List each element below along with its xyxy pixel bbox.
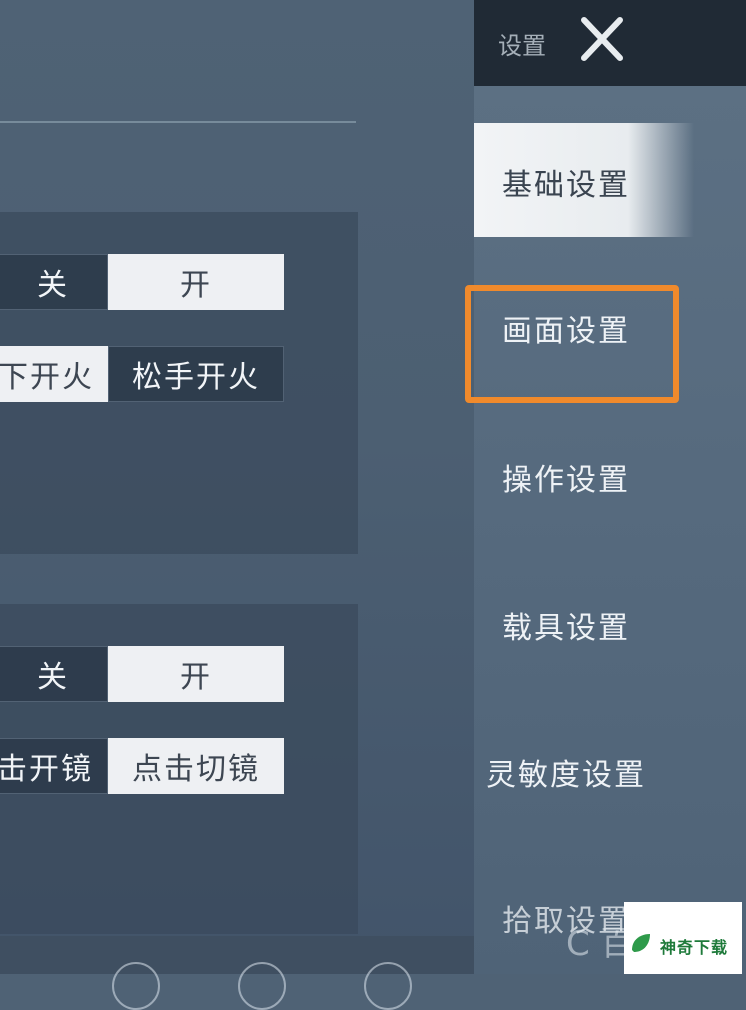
sidebar-header: 设置: [474, 0, 746, 86]
toggle-on-option[interactable]: 开: [108, 254, 284, 310]
circle-button-2[interactable]: [238, 962, 286, 1010]
fire-mode-option-2[interactable]: 松手开火: [108, 346, 284, 402]
toggle-off-option[interactable]: 关: [0, 254, 108, 310]
scope-mode-option-2[interactable]: 点击切镜: [108, 738, 284, 794]
toggle-on-label-2: 开: [180, 660, 212, 695]
nav-item-sensitivity-settings[interactable]: 灵敏度设置: [486, 750, 646, 794]
nav-item-vehicle-settings[interactable]: 载具设置: [502, 603, 630, 647]
toggle-on-option-2[interactable]: 开: [108, 646, 284, 702]
toggle-on-label: 开: [180, 268, 212, 303]
nav-item-basic-settings[interactable]: 基础设置: [502, 160, 630, 204]
scope-mode-label-2: 点击切镜: [132, 752, 260, 787]
scope-mode-label-1: 击开镜: [0, 752, 93, 787]
settings-title: 设置: [498, 32, 546, 60]
settings-content: 关 开 下开火 松手开火 关 开 击开镜 点击切镜: [0, 0, 474, 1010]
nav-item-control-settings[interactable]: 操作设置: [502, 455, 630, 499]
watermark-text: 神奇下载: [660, 938, 729, 957]
fire-mode-option-1[interactable]: 下开火: [0, 346, 108, 402]
settings-sidebar: 设置 基础设置 画面设置 操作设置 载具设置 灵敏度设置 拾取设置: [474, 0, 746, 974]
scope-mode-option-1[interactable]: 击开镜: [0, 738, 108, 794]
toggle-off-option-2[interactable]: 关: [0, 646, 108, 702]
highlight-box: [465, 285, 679, 403]
toggle-off-label: 关: [37, 268, 69, 303]
fire-mode-label-1: 下开火: [0, 360, 94, 395]
fire-mode-label-2: 松手开火: [132, 360, 260, 395]
close-icon[interactable]: [574, 10, 630, 66]
circle-button-3[interactable]: [364, 962, 412, 1010]
leaf-logo-icon: [632, 934, 650, 952]
divider: [0, 121, 356, 123]
circle-button-1[interactable]: [112, 962, 160, 1010]
toggle-off-label-2: 关: [37, 660, 69, 695]
